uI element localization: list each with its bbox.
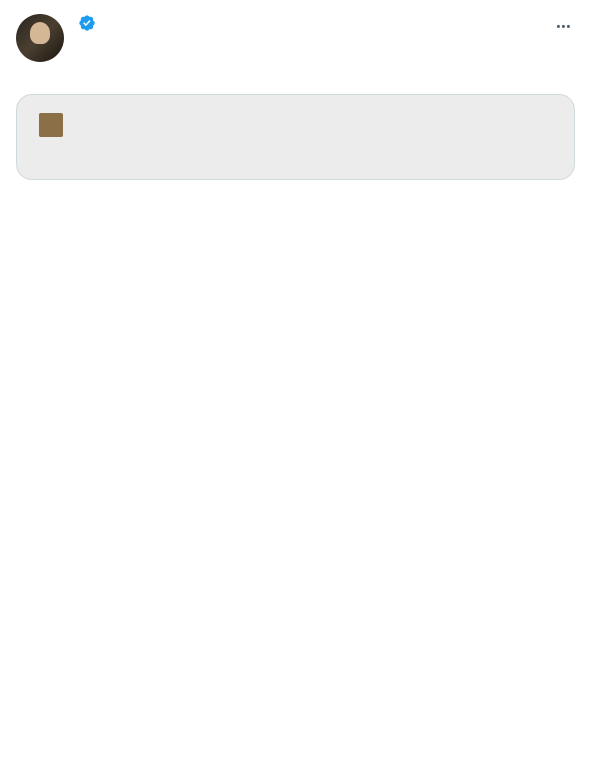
tweet-header: ••• [16, 14, 575, 62]
user-message [39, 113, 552, 137]
user-info [74, 14, 542, 32]
avatar[interactable] [16, 14, 64, 62]
more-options-button[interactable]: ••• [552, 14, 575, 42]
tweet-container: ••• [0, 0, 591, 194]
user-avatar-icon [39, 113, 63, 137]
chatgpt-conversation [17, 95, 574, 179]
embedded-image-card[interactable] [16, 94, 575, 180]
verified-badge-icon [78, 14, 96, 32]
